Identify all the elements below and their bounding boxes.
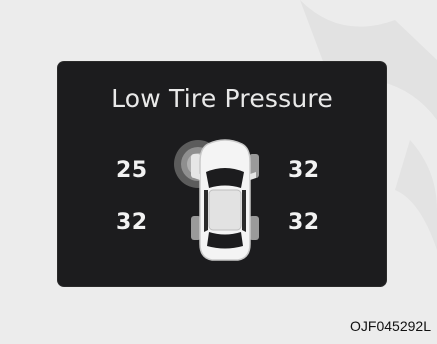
tpms-display-panel: Low Tire Pressure 25 32 32 32	[58, 62, 386, 286]
rear-right-pressure: 32	[288, 210, 320, 235]
figure-code: OJF045292L	[350, 318, 431, 334]
front-right-pressure: 32	[288, 158, 320, 183]
rear-left-pressure: 32	[116, 210, 148, 235]
front-left-pressure: 25	[116, 158, 148, 183]
warning-title: Low Tire Pressure	[111, 84, 333, 113]
car-top-view-icon	[174, 139, 259, 261]
